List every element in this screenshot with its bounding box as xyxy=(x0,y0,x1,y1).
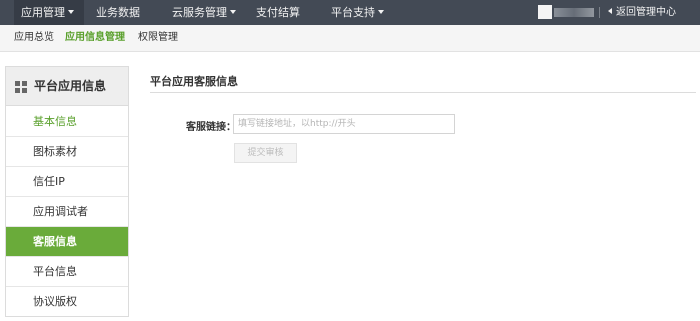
divider xyxy=(150,92,696,93)
nav-item-payment[interactable]: 支付结算 xyxy=(256,0,300,25)
customer-service-link-input[interactable] xyxy=(233,114,455,134)
subnav-item-app-info-management[interactable]: 应用信息管理 xyxy=(65,25,125,51)
subnav-item-app-overview[interactable]: 应用总览 xyxy=(14,25,54,51)
chevron-down-icon xyxy=(230,10,236,14)
sidebar-item-icon-assets[interactable]: 图标素材 xyxy=(6,137,128,167)
nav-item-label: 云服务管理 xyxy=(172,6,227,19)
sidebar-item-app-debuggers[interactable]: 应用调试者 xyxy=(6,197,128,227)
user-account[interactable] xyxy=(538,5,598,19)
back-arrow-icon xyxy=(608,8,612,14)
nav-item-label: 业务数据 xyxy=(96,6,140,19)
sidebar-header: 平台应用信息 xyxy=(6,67,128,106)
customer-service-link-label: 客服链接： xyxy=(186,122,236,133)
sub-nav: 应用总览 应用信息管理 权限管理 xyxy=(0,25,700,52)
sidebar-item-trusted-ip[interactable]: 信任IP xyxy=(6,167,128,197)
back-to-admin-link[interactable]: 返回管理中心 xyxy=(608,0,676,25)
nav-item-label: 支付结算 xyxy=(256,6,300,19)
chevron-down-icon xyxy=(68,10,74,14)
nav-item-label: 应用管理 xyxy=(21,6,65,19)
nav-item-cloud-services[interactable]: 云服务管理 xyxy=(172,0,236,25)
sidebar-item-agreement-copyright[interactable]: 协议版权 xyxy=(6,287,128,317)
grid-icon xyxy=(15,81,27,93)
chevron-down-icon xyxy=(378,10,384,14)
sidebar-item-customer-service[interactable]: 客服信息 xyxy=(6,227,128,257)
top-nav: 应用管理 业务数据 云服务管理 支付结算 平台支持 返回管理中心 xyxy=(0,0,700,25)
nav-item-label: 平台支持 xyxy=(331,6,375,19)
sidebar: 平台应用信息 基本信息 图标素材 信任IP 应用调试者 客服信息 平台信息 协议… xyxy=(5,66,129,317)
nav-item-app-management[interactable]: 应用管理 xyxy=(14,0,84,25)
subnav-item-permissions[interactable]: 权限管理 xyxy=(138,25,178,51)
nav-item-platform-support[interactable]: 平台支持 xyxy=(331,0,384,25)
back-link-label: 返回管理中心 xyxy=(616,7,676,18)
sidebar-item-platform-info[interactable]: 平台信息 xyxy=(6,257,128,287)
sidebar-title: 平台应用信息 xyxy=(34,79,107,93)
page-title: 平台应用客服信息 xyxy=(150,75,238,88)
sidebar-item-basic-info[interactable]: 基本信息 xyxy=(6,107,128,137)
username-redacted xyxy=(554,8,594,17)
submit-review-button[interactable]: 提交审核 xyxy=(234,143,297,163)
divider xyxy=(599,7,600,18)
avatar xyxy=(538,5,552,19)
nav-item-business-data[interactable]: 业务数据 xyxy=(96,0,140,25)
